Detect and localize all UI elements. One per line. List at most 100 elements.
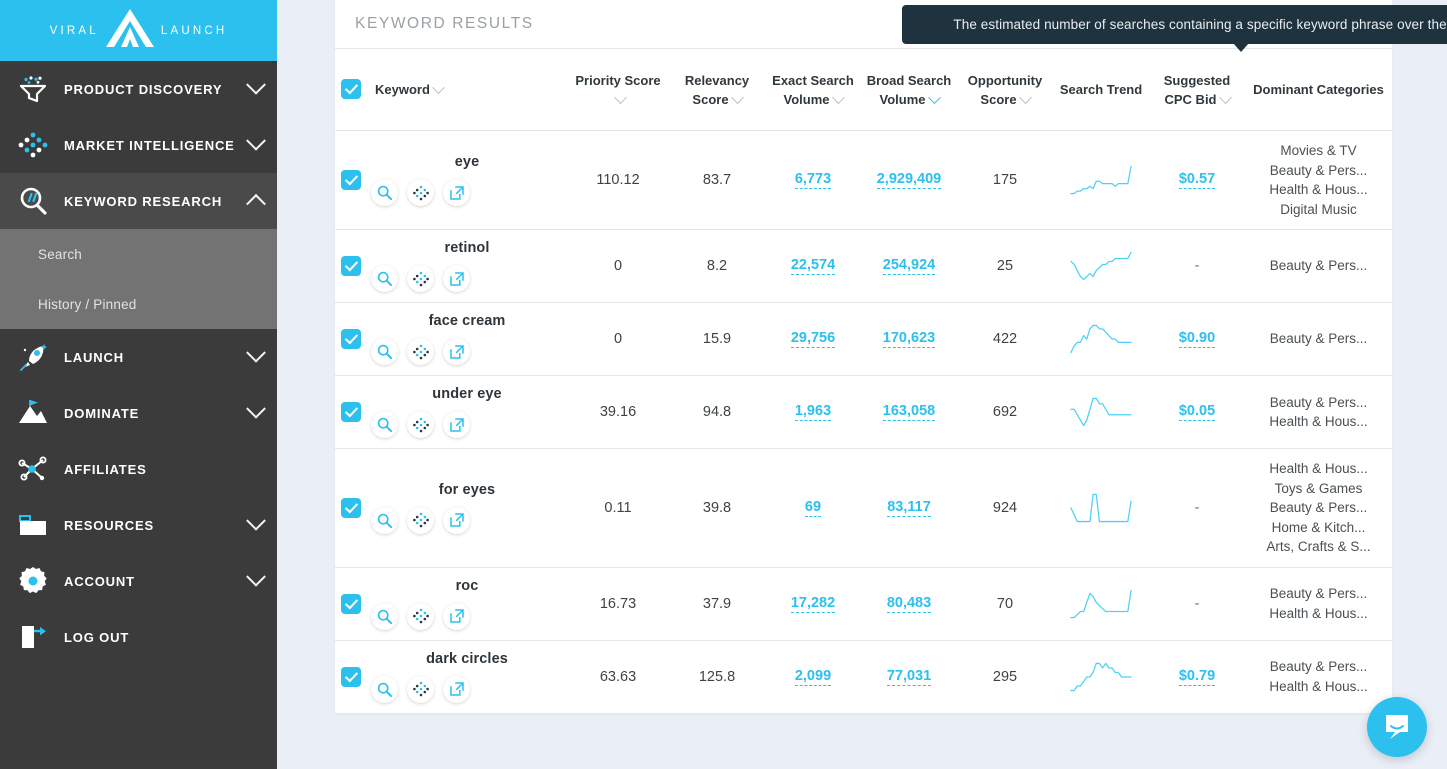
column-suggested-cpc-bid[interactable]: Suggested CPC Bid bbox=[1149, 49, 1245, 131]
suggested-cpc-bid-link[interactable]: $0.57 bbox=[1179, 171, 1215, 189]
broad-search-volume-link[interactable]: 80,483 bbox=[887, 595, 931, 613]
open-external-icon[interactable] bbox=[443, 676, 470, 703]
market-intelligence-icon[interactable] bbox=[407, 265, 434, 292]
chevron-down-icon[interactable] bbox=[246, 399, 266, 419]
sidebar-item-keyword-research[interactable]: KEYWORD RESEARCH bbox=[0, 173, 277, 229]
open-external-icon[interactable] bbox=[443, 507, 470, 534]
column-priority-score[interactable]: Priority Score bbox=[567, 49, 669, 131]
chevron-down-icon[interactable] bbox=[246, 567, 266, 587]
exact-search-volume-link[interactable]: 2,099 bbox=[795, 668, 831, 686]
keyword-search-icon[interactable] bbox=[371, 507, 398, 534]
keyword-search-icon[interactable] bbox=[371, 411, 398, 438]
keyword-search-icon[interactable] bbox=[371, 676, 398, 703]
open-external-icon[interactable] bbox=[443, 603, 470, 630]
chevron-down-icon[interactable] bbox=[246, 343, 266, 363]
open-external-icon[interactable] bbox=[443, 411, 470, 438]
row-checkbox[interactable] bbox=[341, 667, 361, 687]
market-intelligence-icon[interactable] bbox=[407, 603, 434, 630]
sort-chevron-icon[interactable] bbox=[1019, 91, 1032, 104]
keyword-search-icon[interactable] bbox=[371, 338, 398, 365]
chevron-up-icon[interactable] bbox=[246, 194, 266, 214]
market-intelligence-icon[interactable] bbox=[407, 676, 434, 703]
intercom-chat-button[interactable] bbox=[1367, 697, 1427, 757]
broad-search-volume-link[interactable]: 83,117 bbox=[887, 499, 931, 517]
row-checkbox[interactable] bbox=[341, 256, 361, 276]
sort-chevron-icon[interactable] bbox=[832, 91, 845, 104]
suggested-cpc-bid-cell: $0.90 bbox=[1149, 303, 1245, 376]
column-exact-search-volume[interactable]: Exact Search Volume bbox=[765, 49, 861, 131]
sidebar-item-affiliates[interactable]: AFFILIATES bbox=[0, 441, 277, 497]
sidebar-item-launch[interactable]: LAUNCH bbox=[0, 329, 277, 385]
dots-network-icon bbox=[16, 128, 50, 162]
row-checkbox[interactable] bbox=[341, 594, 361, 614]
sidebar-item-log-out[interactable]: LOG OUT bbox=[0, 609, 277, 665]
sort-chevron-icon[interactable] bbox=[1219, 91, 1232, 104]
row-checkbox[interactable] bbox=[341, 402, 361, 422]
keyword-name: eye bbox=[371, 154, 563, 170]
keyword-search-icon[interactable] bbox=[371, 265, 398, 292]
suggested-cpc-bid-link[interactable]: $0.05 bbox=[1179, 403, 1215, 421]
sidebar-item-resources[interactable]: RESOURCES bbox=[0, 497, 277, 553]
column-opportunity-score[interactable]: Opportunity Score bbox=[957, 49, 1053, 131]
exact-search-volume-link[interactable]: 1,963 bbox=[795, 403, 831, 421]
dominant-category: Health & Hous... bbox=[1249, 180, 1388, 200]
chevron-down-icon[interactable] bbox=[246, 131, 266, 151]
column-relevancy-score[interactable]: Relevancy Score bbox=[669, 49, 765, 131]
open-external-icon[interactable] bbox=[443, 265, 470, 292]
keyword-name: dark circles bbox=[371, 651, 563, 667]
row-checkbox[interactable] bbox=[341, 498, 361, 518]
row-checkbox[interactable] bbox=[341, 329, 361, 349]
sort-chevron-icon[interactable] bbox=[432, 81, 445, 94]
market-intelligence-icon[interactable] bbox=[407, 338, 434, 365]
logout-icon bbox=[16, 620, 50, 654]
market-intelligence-icon[interactable] bbox=[407, 507, 434, 534]
open-external-icon[interactable] bbox=[443, 179, 470, 206]
column-label: Exact Search Volume bbox=[772, 73, 854, 107]
market-intelligence-icon[interactable] bbox=[407, 411, 434, 438]
keyword-cell: roc bbox=[367, 567, 567, 640]
suggested-cpc-bid-link[interactable]: $0.79 bbox=[1179, 668, 1215, 686]
market-intelligence-icon[interactable] bbox=[407, 179, 434, 206]
sidebar-item-history-pinned[interactable]: History / Pinned bbox=[0, 279, 277, 329]
chevron-down-icon[interactable] bbox=[246, 511, 266, 531]
magnifier-icon bbox=[16, 184, 50, 218]
sort-chevron-icon[interactable] bbox=[614, 91, 627, 104]
keyword-search-icon[interactable] bbox=[371, 603, 398, 630]
sidebar-item-dominate[interactable]: DOMINATE bbox=[0, 385, 277, 441]
exact-search-volume-link[interactable]: 6,773 bbox=[795, 171, 831, 189]
broad-search-volume-link[interactable]: 170,623 bbox=[883, 330, 935, 348]
table-row: under eye39.1694.81,963163,058692$0.05Be… bbox=[335, 376, 1392, 449]
open-external-icon[interactable] bbox=[443, 338, 470, 365]
sidebar-item-product-discovery[interactable]: PRODUCT DISCOVERY bbox=[0, 61, 277, 117]
sort-chevron-icon-active[interactable] bbox=[928, 91, 941, 104]
row-checkbox[interactable] bbox=[341, 170, 361, 190]
keyword-results-card: KEYWORD RESULTS bbox=[335, 0, 1392, 714]
exact-search-volume-link[interactable]: 69 bbox=[805, 499, 821, 517]
column-dominant-categories: Dominant Categories bbox=[1245, 49, 1392, 131]
broad-search-volume-link[interactable]: 77,031 bbox=[887, 668, 931, 686]
column-keyword[interactable]: Keyword bbox=[367, 49, 567, 131]
dominant-categories-cell: Health & Hous...Toys & GamesBeauty & Per… bbox=[1245, 449, 1392, 568]
suggested-cpc-bid-link[interactable]: $0.90 bbox=[1179, 330, 1215, 348]
broad-search-volume-link[interactable]: 254,924 bbox=[883, 257, 935, 275]
keyword-search-icon[interactable] bbox=[371, 179, 398, 206]
exact-search-volume-link[interactable]: 29,756 bbox=[791, 330, 835, 348]
sidebar-item-account[interactable]: ACCOUNT bbox=[0, 553, 277, 609]
viral-launch-arrow-icon bbox=[101, 6, 159, 55]
priority-score-cell: 0 bbox=[567, 303, 669, 376]
sidebar-item-search[interactable]: Search bbox=[0, 229, 277, 279]
brand-logo[interactable]: VIRAL LAUNCH bbox=[0, 0, 277, 61]
exact-search-volume-cell: 1,963 bbox=[765, 376, 861, 449]
broad-search-volume-link[interactable]: 163,058 bbox=[883, 403, 935, 421]
dominant-categories-cell: Beauty & Pers... bbox=[1245, 230, 1392, 303]
select-all-checkbox[interactable] bbox=[341, 79, 361, 99]
exact-search-volume-link[interactable]: 22,574 bbox=[791, 257, 835, 275]
chevron-down-icon[interactable] bbox=[246, 75, 266, 95]
column-broad-search-volume[interactable]: Broad Search Volume bbox=[861, 49, 957, 131]
broad-search-volume-link[interactable]: 2,929,409 bbox=[877, 171, 942, 189]
row-select-cell bbox=[335, 230, 367, 303]
exact-search-volume-link[interactable]: 17,282 bbox=[791, 595, 835, 613]
sort-chevron-icon[interactable] bbox=[731, 91, 744, 104]
keyword-name: retinol bbox=[371, 240, 563, 256]
sidebar-item-market-intelligence[interactable]: MARKET INTELLIGENCE bbox=[0, 117, 277, 173]
